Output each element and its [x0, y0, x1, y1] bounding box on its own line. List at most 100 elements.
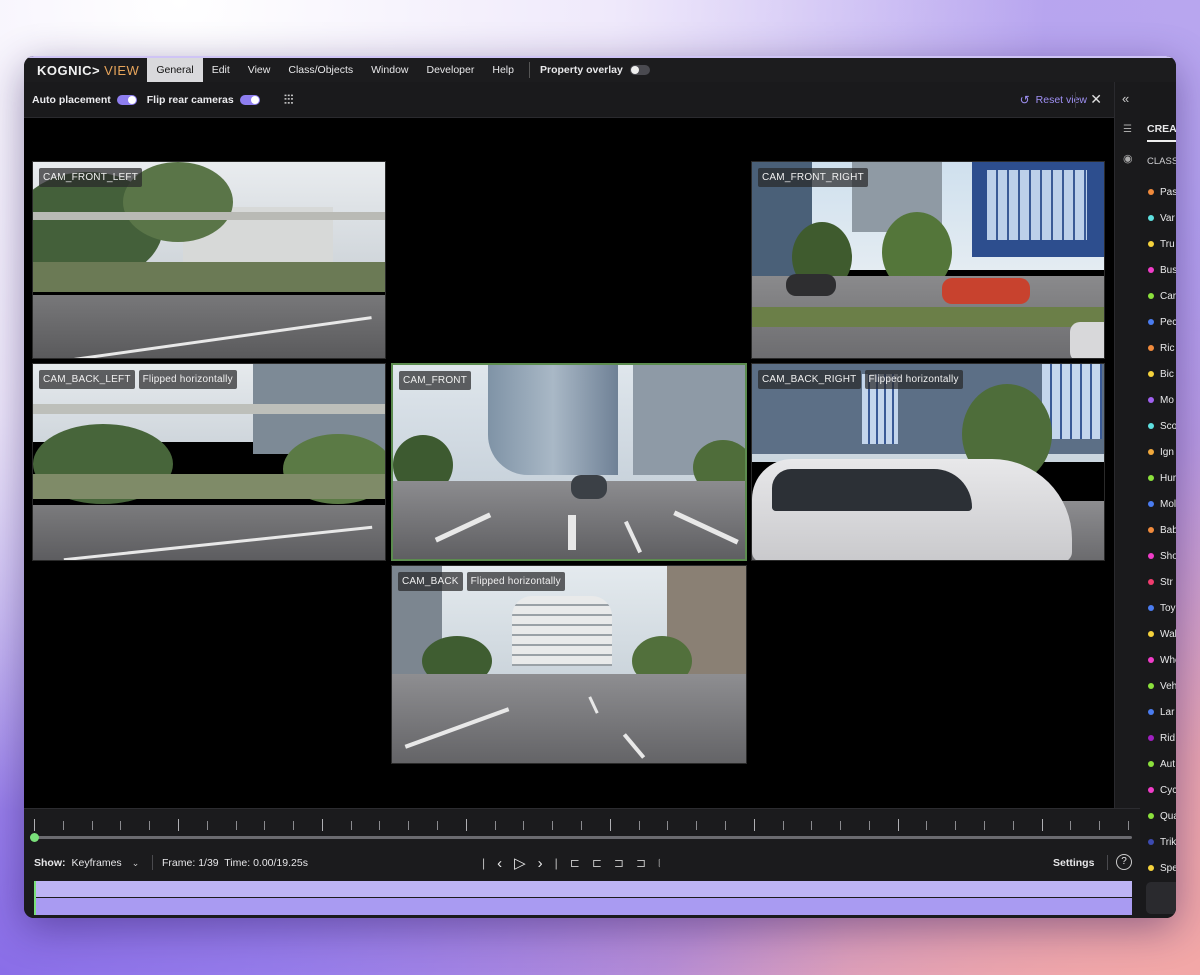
class-color-dot	[1148, 735, 1154, 741]
class-color-dot	[1148, 241, 1154, 247]
menu-edit[interactable]: Edit	[203, 58, 239, 82]
class-label: Veh	[1160, 680, 1176, 692]
menu-developer[interactable]: Developer	[418, 58, 484, 82]
class-label: Cyc	[1160, 784, 1176, 796]
timeline-tick	[610, 819, 611, 831]
camera-name-label: CAM_BACK_LEFT	[39, 370, 135, 389]
timeline-lane[interactable]	[34, 898, 1132, 915]
class-item[interactable]: Trik	[1148, 829, 1176, 855]
tab-create[interactable]: CREAT	[1147, 123, 1176, 135]
class-item[interactable]: Wal	[1148, 621, 1176, 647]
class-item[interactable]: Lar	[1148, 699, 1176, 725]
close-icon[interactable]: ✕	[1090, 91, 1102, 108]
camera-view-front-right[interactable]: CAM_FRONT_RIGHT	[751, 161, 1105, 359]
class-color-dot	[1148, 657, 1154, 663]
timeline-tick	[984, 821, 985, 830]
next-keyframe-icon[interactable]: ⊐	[614, 856, 624, 870]
timeline-tick	[495, 821, 496, 830]
timeline-lanes[interactable]	[34, 881, 1132, 915]
timeline-lane[interactable]	[34, 881, 1132, 897]
menu-help[interactable]: Help	[483, 58, 523, 82]
class-item[interactable]: Pas	[1148, 179, 1176, 205]
class-item[interactable]: Ric	[1148, 335, 1176, 361]
class-item[interactable]: Bic	[1148, 361, 1176, 387]
timeline-tick	[264, 821, 265, 830]
class-item[interactable]: Sco	[1148, 413, 1176, 439]
class-item[interactable]: Whe	[1148, 647, 1176, 673]
settings-button[interactable]: Settings	[1053, 857, 1094, 869]
property-overlay-toggle[interactable]	[629, 65, 650, 75]
next-frame-icon[interactable]: ›	[538, 855, 543, 872]
controls-divider	[1107, 855, 1108, 870]
timeline-tick	[552, 821, 553, 830]
controls-divider	[152, 855, 153, 870]
target-icon[interactable]: ◉	[1123, 152, 1133, 165]
class-item[interactable]: Var	[1148, 205, 1176, 231]
menu-class-objects[interactable]: Class/Objects	[279, 58, 362, 82]
prev-keyframe-icon[interactable]: ⊏	[592, 856, 602, 870]
timeline-tick	[1042, 819, 1043, 831]
class-item[interactable]: Pec	[1148, 309, 1176, 335]
class-item[interactable]: Sho	[1148, 543, 1176, 569]
help-icon[interactable]: ?	[1116, 854, 1132, 870]
camera-flip-note: Flipped horizontally	[864, 370, 963, 389]
class-item[interactable]: Mol	[1148, 491, 1176, 517]
class-item[interactable]: Str	[1148, 569, 1176, 595]
camera-name-label: CAM_FRONT_RIGHT	[758, 168, 868, 187]
class-item[interactable]: Rid	[1148, 725, 1176, 751]
show-select[interactable]: Show: Keyframes ⌄	[34, 857, 139, 869]
camera-flip-note: Flipped horizontally	[466, 572, 565, 591]
class-item[interactable]: Car	[1148, 283, 1176, 309]
timeline-tick	[293, 821, 294, 830]
class-item[interactable]: Aut	[1148, 751, 1176, 777]
class-item[interactable]: Spe	[1148, 855, 1176, 881]
class-label: Wal	[1160, 628, 1176, 640]
class-color-dot	[1148, 293, 1154, 299]
collapse-panel-icon[interactable]: «	[1122, 91, 1129, 106]
timeline-playhead[interactable]	[30, 833, 39, 842]
camera-view-back[interactable]: CAM_BACK Flipped horizontally	[391, 565, 747, 764]
class-item[interactable]: Tru	[1148, 231, 1176, 257]
app-window: KOGNIC > VIEW General Edit View Class/Ob…	[24, 56, 1176, 918]
camera-view-back-left[interactable]: CAM_BACK_LEFT Flipped horizontally	[32, 363, 386, 561]
timeline-tick	[207, 821, 208, 830]
class-item[interactable]: Cyc	[1148, 777, 1176, 803]
play-icon[interactable]: ▷	[514, 854, 526, 872]
menu-view[interactable]: View	[239, 58, 280, 82]
class-label: Bic	[1160, 368, 1174, 380]
camera-canvas[interactable]: CAM_FRONT_LEFT CAM_FRONT_RIGHT CAM_BACK_…	[24, 118, 1114, 808]
class-item[interactable]: Ign	[1148, 439, 1176, 465]
timeline-track[interactable]	[34, 836, 1132, 839]
class-item[interactable]: Bab	[1148, 517, 1176, 543]
previous-frame-icon[interactable]: ‹	[497, 855, 502, 872]
class-item[interactable]: Toy	[1148, 595, 1176, 621]
class-item[interactable]: Bus	[1148, 257, 1176, 283]
class-item[interactable]: Veh	[1148, 673, 1176, 699]
timeline-tick	[1013, 821, 1014, 830]
timeline-tick	[667, 821, 668, 830]
class-item[interactable]: Mo	[1148, 387, 1176, 413]
class-color-dot	[1148, 527, 1154, 533]
class-item[interactable]: Qua	[1148, 803, 1176, 829]
sliders-icon[interactable]: ⫶⫶⫶	[284, 92, 294, 108]
jump-end-icon[interactable]: ⊐	[636, 856, 646, 870]
panel-bottom-button[interactable]	[1146, 882, 1176, 914]
camera-view-back-right[interactable]: CAM_BACK_RIGHT Flipped horizontally	[751, 363, 1105, 561]
list-icon[interactable]: ☰	[1123, 124, 1132, 135]
class-label: Rid	[1160, 732, 1176, 744]
auto-placement-toggle[interactable]	[116, 94, 137, 105]
app-logo: KOGNIC > VIEW	[24, 63, 147, 78]
timeline-ticks[interactable]	[34, 819, 1130, 831]
jump-start-icon[interactable]: ⊏	[570, 856, 580, 870]
menu-general[interactable]: General	[147, 58, 203, 82]
menu-window[interactable]: Window	[362, 58, 417, 82]
camera-view-front-left[interactable]: CAM_FRONT_LEFT	[32, 161, 386, 359]
class-color-dot	[1148, 839, 1154, 845]
class-item[interactable]: Hur	[1148, 465, 1176, 491]
flip-rear-toggle[interactable]	[239, 94, 260, 105]
camera-labels: CAM_BACK Flipped horizontally	[398, 572, 565, 591]
fit-range-icon[interactable]: ⧙	[658, 856, 661, 871]
timeline-tick	[869, 821, 870, 830]
reset-view-button[interactable]: ↺ Reset view	[1020, 93, 1087, 107]
camera-view-front[interactable]: CAM_FRONT	[391, 363, 747, 561]
